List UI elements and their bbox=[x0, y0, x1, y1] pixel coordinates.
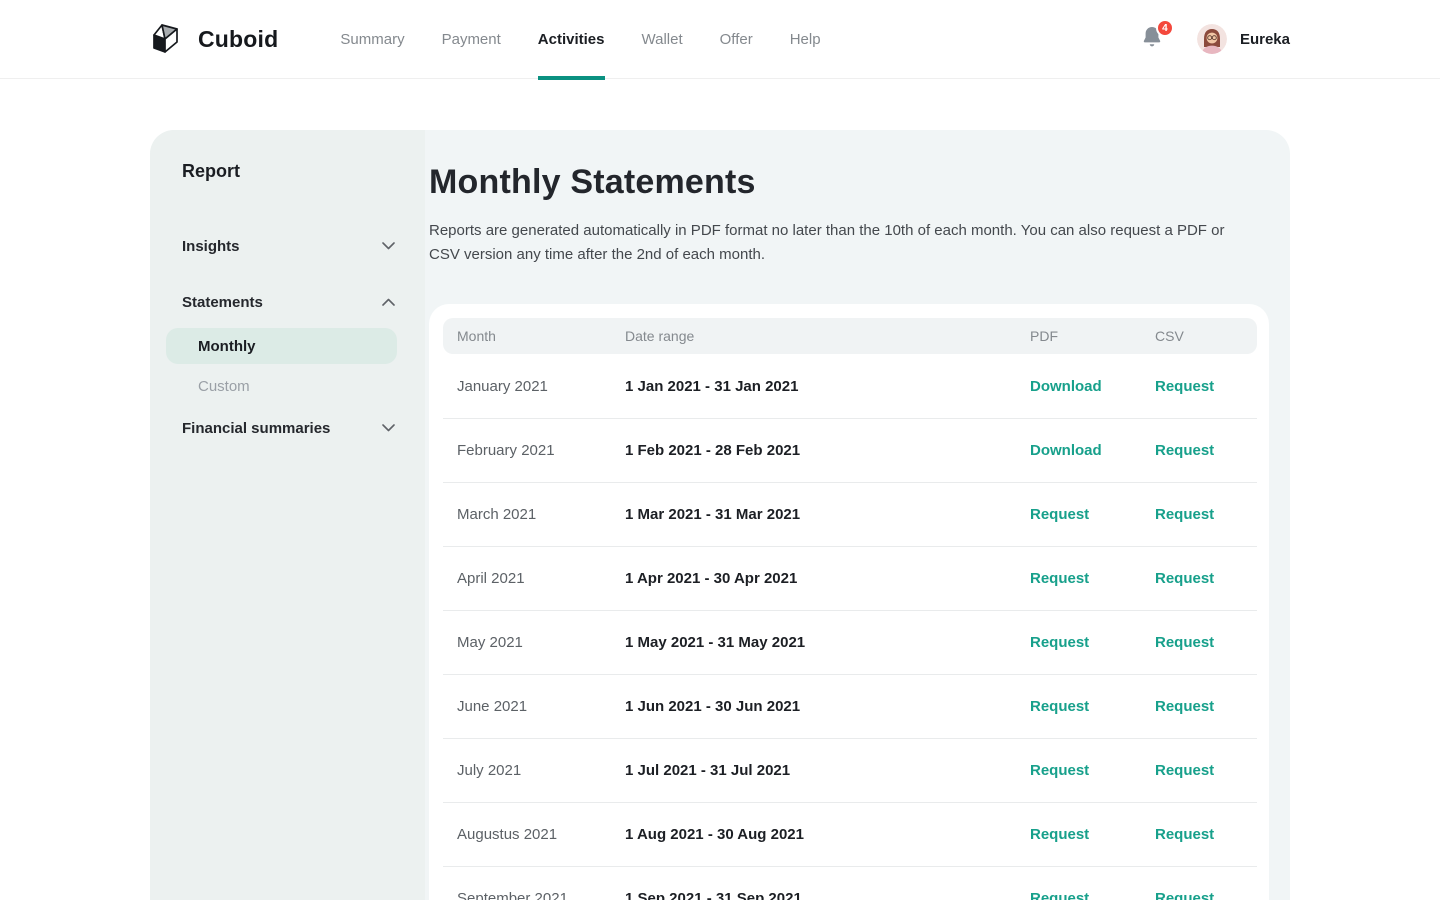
nav-item-offer[interactable]: Offer bbox=[720, 0, 753, 78]
sidebar-item-financial-summaries[interactable]: Financial summaries bbox=[182, 416, 395, 440]
main-nav: Summary Payment Activities Wallet Offer Help bbox=[340, 0, 820, 78]
csv-action-link[interactable]: Request bbox=[1141, 762, 1257, 779]
month-cell: January 2021 bbox=[443, 378, 611, 395]
date-range-cell: 1 Apr 2021 - 30 Apr 2021 bbox=[611, 570, 1016, 587]
page-description: Reports are generated automatically in P… bbox=[429, 219, 1241, 267]
notification-badge: 4 bbox=[1156, 19, 1174, 37]
month-cell: May 2021 bbox=[443, 634, 611, 651]
page-title: Monthly Statements bbox=[429, 163, 1269, 202]
table-row: Augustus 20211 Aug 2021 - 30 Aug 2021Req… bbox=[443, 802, 1257, 866]
column-header-month: Month bbox=[443, 328, 611, 344]
main-content: Monthly Statements Reports are generated… bbox=[425, 130, 1290, 900]
pdf-action-link[interactable]: Download bbox=[1016, 442, 1141, 459]
sidebar-item-label: Insights bbox=[182, 238, 240, 255]
column-header-csv: CSV bbox=[1141, 328, 1257, 344]
table-row: April 20211 Apr 2021 - 30 Apr 2021Reques… bbox=[443, 546, 1257, 610]
sidebar-item-label: Statements bbox=[182, 294, 263, 311]
table-body: January 20211 Jan 2021 - 31 Jan 2021Down… bbox=[443, 354, 1257, 900]
table-header-row: Month Date range PDF CSV bbox=[443, 318, 1257, 354]
pdf-action-link[interactable]: Request bbox=[1016, 570, 1141, 587]
chevron-up-icon bbox=[382, 298, 395, 306]
date-range-cell: 1 Sep 2021 - 31 Sep 2021 bbox=[611, 890, 1016, 900]
month-cell: Augustus 2021 bbox=[443, 826, 611, 843]
nav-item-wallet[interactable]: Wallet bbox=[642, 0, 683, 78]
pdf-action-link[interactable]: Request bbox=[1016, 826, 1141, 843]
table-row: July 20211 Jul 2021 - 31 Jul 2021Request… bbox=[443, 738, 1257, 802]
date-range-cell: 1 Jul 2021 - 31 Jul 2021 bbox=[611, 762, 1016, 779]
month-cell: July 2021 bbox=[443, 762, 611, 779]
column-header-pdf: PDF bbox=[1016, 328, 1141, 344]
pdf-action-link[interactable]: Request bbox=[1016, 506, 1141, 523]
sidebar-item-custom[interactable]: Custom bbox=[150, 370, 425, 402]
brand-name: Cuboid bbox=[198, 26, 278, 53]
date-range-cell: 1 Jan 2021 - 31 Jan 2021 bbox=[611, 378, 1016, 395]
month-cell: April 2021 bbox=[443, 570, 611, 587]
sidebar-item-label: Monthly bbox=[198, 338, 256, 355]
user-avatar[interactable] bbox=[1197, 24, 1227, 54]
csv-action-link[interactable]: Request bbox=[1141, 890, 1257, 900]
sidebar-item-monthly[interactable]: Monthly bbox=[166, 328, 397, 364]
csv-action-link[interactable]: Request bbox=[1141, 442, 1257, 459]
nav-item-help[interactable]: Help bbox=[790, 0, 821, 78]
date-range-cell: 1 May 2021 - 31 May 2021 bbox=[611, 634, 1016, 651]
sidebar-title: Report bbox=[182, 161, 395, 182]
table-row: March 20211 Mar 2021 - 31 Mar 2021Reques… bbox=[443, 482, 1257, 546]
month-cell: February 2021 bbox=[443, 442, 611, 459]
date-range-cell: 1 Mar 2021 - 31 Mar 2021 bbox=[611, 506, 1016, 523]
csv-action-link[interactable]: Request bbox=[1141, 506, 1257, 523]
table-row: September 20211 Sep 2021 - 31 Sep 2021Re… bbox=[443, 866, 1257, 900]
report-sidebar: Report Insights Statements Monthly Custo… bbox=[150, 130, 425, 900]
pdf-action-link[interactable]: Request bbox=[1016, 698, 1141, 715]
sidebar-item-insights[interactable]: Insights bbox=[182, 234, 395, 258]
csv-action-link[interactable]: Request bbox=[1141, 634, 1257, 651]
chevron-down-icon bbox=[382, 242, 395, 250]
csv-action-link[interactable]: Request bbox=[1141, 570, 1257, 587]
pdf-action-link[interactable]: Request bbox=[1016, 890, 1141, 900]
date-range-cell: 1 Jun 2021 - 30 Jun 2021 bbox=[611, 698, 1016, 715]
date-range-cell: 1 Aug 2021 - 30 Aug 2021 bbox=[611, 826, 1016, 843]
csv-action-link[interactable]: Request bbox=[1141, 698, 1257, 715]
month-cell: June 2021 bbox=[443, 698, 611, 715]
top-nav-bar: Cuboid Summary Payment Activities Wallet Off… bbox=[0, 0, 1440, 79]
brand[interactable]: Cuboid bbox=[150, 21, 278, 57]
cuboid-logo-icon bbox=[150, 21, 186, 57]
nav-item-summary[interactable]: Summary bbox=[340, 0, 404, 78]
date-range-cell: 1 Feb 2021 - 28 Feb 2021 bbox=[611, 442, 1016, 459]
month-cell: September 2021 bbox=[443, 890, 611, 900]
sidebar-item-statements[interactable]: Statements bbox=[182, 290, 395, 314]
report-panel: Report Insights Statements Monthly Custo… bbox=[150, 130, 1290, 900]
pdf-action-link[interactable]: Download bbox=[1016, 378, 1141, 395]
sidebar-item-label: Custom bbox=[198, 378, 250, 395]
column-header-date-range: Date range bbox=[611, 328, 1016, 344]
pdf-action-link[interactable]: Request bbox=[1016, 634, 1141, 651]
header-right: 4 Eureka bbox=[1140, 24, 1290, 54]
chevron-down-icon bbox=[382, 424, 395, 432]
sidebar-item-label: Financial summaries bbox=[182, 420, 330, 437]
notifications-button[interactable]: 4 bbox=[1140, 25, 1166, 53]
nav-item-activities[interactable]: Activities bbox=[538, 0, 605, 78]
table-row: May 20211 May 2021 - 31 May 2021RequestR… bbox=[443, 610, 1257, 674]
pdf-action-link[interactable]: Request bbox=[1016, 762, 1141, 779]
table-row: June 20211 Jun 2021 - 30 Jun 2021Request… bbox=[443, 674, 1257, 738]
table-row: February 20211 Feb 2021 - 28 Feb 2021Dow… bbox=[443, 418, 1257, 482]
csv-action-link[interactable]: Request bbox=[1141, 826, 1257, 843]
nav-item-payment[interactable]: Payment bbox=[442, 0, 501, 78]
month-cell: March 2021 bbox=[443, 506, 611, 523]
csv-action-link[interactable]: Request bbox=[1141, 378, 1257, 395]
table-row: January 20211 Jan 2021 - 31 Jan 2021Down… bbox=[443, 354, 1257, 418]
user-name: Eureka bbox=[1240, 31, 1290, 48]
statements-table: Month Date range PDF CSV January 20211 J… bbox=[429, 304, 1269, 900]
